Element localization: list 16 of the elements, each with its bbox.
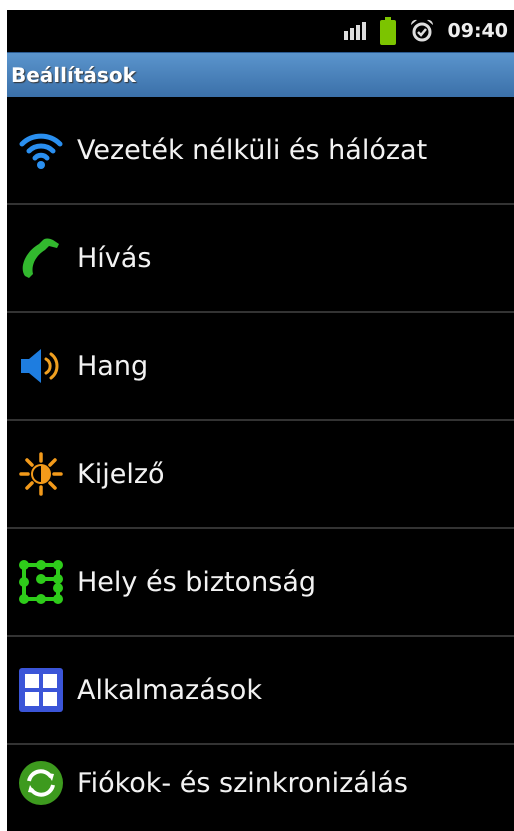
clock-time: 09:40 [448,20,508,42]
settings-item[interactable]: Fiókok- és szinkronizálás [7,745,514,821]
settings-item[interactable]: Hely és biztonság [7,529,514,637]
signal-icon [344,22,366,40]
settings-item[interactable]: Vezeték nélküli és hálózat [7,97,514,205]
settings-item[interactable]: Kijelző [7,421,514,529]
battery-icon [380,17,396,45]
settings-item[interactable]: Hívás [7,205,514,313]
settings-item[interactable]: Hang [7,313,514,421]
sun-icon [19,452,63,496]
sync-icon [19,761,63,805]
pattern-lock-icon [19,560,63,604]
grid-icon [19,668,63,712]
settings-item[interactable]: Alkalmazások [7,637,514,745]
screen-title: Beállítások [11,63,136,87]
alarm-clock-icon [410,19,434,43]
